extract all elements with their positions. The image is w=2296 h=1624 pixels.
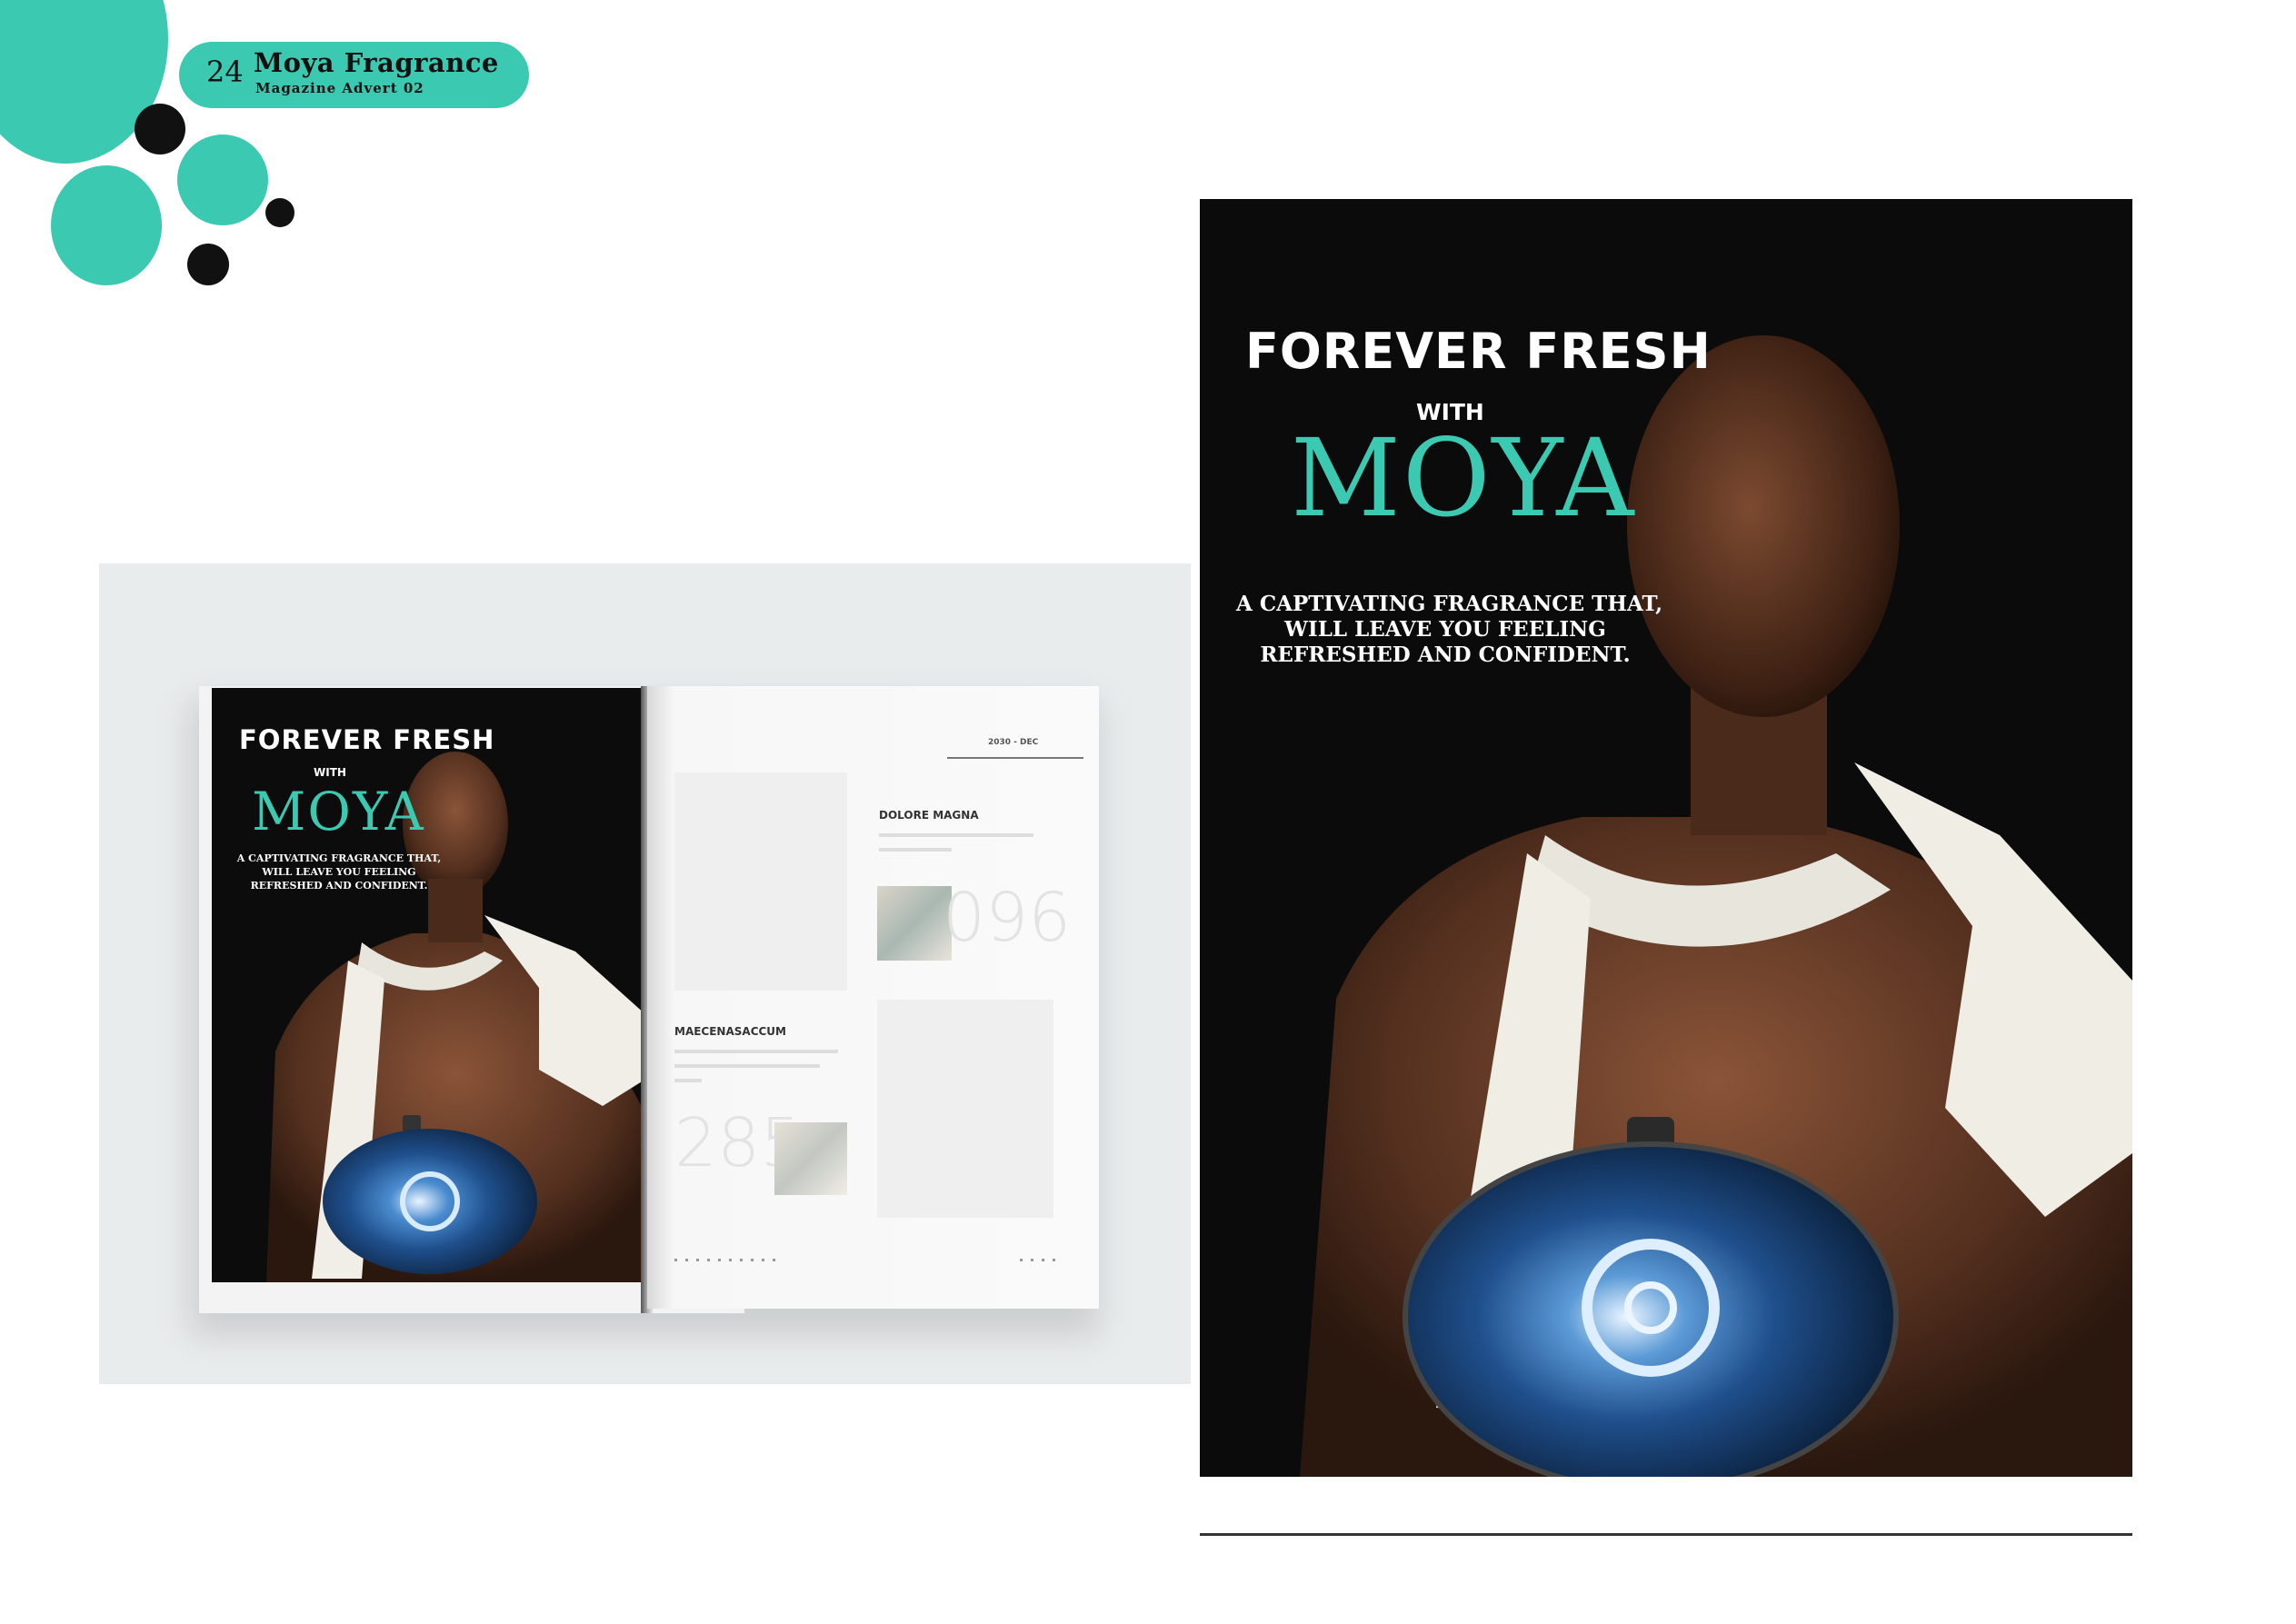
section-text-3 [674,1050,838,1053]
magazine-advert: FOREVER FRESH WITH MOYA A CAPTIVATING FR… [212,688,646,1282]
page-title: Moya Fragrance [254,47,499,78]
decor-circle-teal-1 [177,135,268,225]
brand-logo-small: MOYA [252,781,425,842]
header-pill: 24 Moya Fragrance Magazine Advert 02 [179,42,529,108]
advert-headline: FOREVER FRESH [1245,323,1712,380]
advert-with-small: WITH [314,766,346,779]
decor-circle-black-3 [187,244,229,285]
section-text-4 [674,1064,820,1068]
decor-circle-black-2 [265,198,294,227]
right-page-date: 2030 - DEC [988,738,1039,747]
section-heading-1: DOLORE MAGNA [879,809,979,822]
right-page-rule [947,757,1083,759]
magazine-right-page: 2030 - DEC DOLORE MAGNA 096 MAECENASACCU… [647,686,1099,1309]
section-text-1 [879,833,1033,837]
page-subtitle: Magazine Advert 02 [255,80,424,96]
brand-logo: MOYA [1291,415,1636,541]
section-heading-2: MAECENASACCUM [674,1025,786,1038]
advert-large: FOREVER FRESH WITH MOYA A CAPTIVATING FR… [1200,199,2132,1477]
footer-dots-right [1020,1259,1056,1261]
section-text-5 [674,1079,702,1082]
thumbnail-1 [877,886,952,961]
magazine-mockup: FOREVER FRESH WITH MOYA A CAPTIVATING FR… [99,563,1191,1384]
page-number: 24 [206,55,244,89]
thumbnail-2 [774,1122,847,1195]
model-photo [1300,335,2132,1477]
advert-tagline-small: A CAPTIVATING FRAGRANCE THAT, WILL LEAVE… [236,852,442,892]
decor-circle-black-1 [135,104,185,154]
image-placeholder-2 [877,1000,1053,1218]
advert-tagline: A CAPTIVATING FRAGRANCE THAT, WILL LEAVE… [1236,592,1663,667]
big-number-1: 096 [943,879,1072,957]
footer-dots-left [674,1259,784,1261]
model-photo [266,752,646,1282]
advert-headline-small: FOREVER FRESH [239,724,495,755]
decor-circle-teal-2 [51,165,162,285]
section-text-2 [879,848,952,852]
bottom-divider [1200,1533,2132,1536]
image-placeholder-1 [674,772,847,991]
